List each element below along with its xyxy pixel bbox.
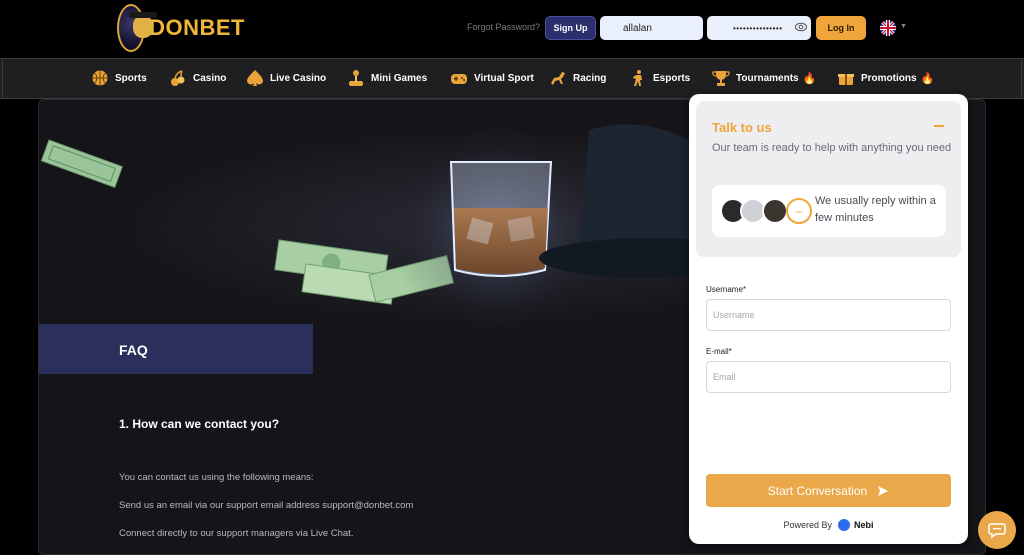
faq-header-bar bbox=[39, 324, 313, 374]
nav-item-virtual-sport[interactable]: Virtual Sport bbox=[450, 67, 534, 89]
live-chat-widget: Talk to us Our team is ready to help wit… bbox=[689, 94, 968, 544]
chat-bubble-icon bbox=[988, 523, 1006, 539]
faq-question: 1. How can we contact you? bbox=[119, 417, 280, 431]
chat-title: Talk to us bbox=[712, 120, 772, 135]
faq-answer-text: Connect directly to our support managers… bbox=[119, 528, 354, 539]
nav-item-promotions[interactable]: Promotions 🔥 bbox=[837, 67, 934, 89]
password-input[interactable]: ••••••••••••••• bbox=[707, 16, 811, 40]
uk-flag-icon[interactable] bbox=[880, 20, 896, 36]
log-in-button[interactable]: Log In bbox=[816, 16, 866, 40]
provider-name[interactable]: Nebi bbox=[854, 520, 874, 530]
chat-header: Talk to us Our team is ready to help wit… bbox=[696, 101, 961, 257]
faq-answer-text: You can contact us using the following m… bbox=[119, 472, 314, 483]
nav-label: Promotions bbox=[861, 72, 917, 84]
nav-label: Racing bbox=[573, 72, 607, 84]
gamepad-icon bbox=[451, 74, 467, 84]
email-label: E-mail* bbox=[706, 347, 732, 356]
nav-item-tournaments[interactable]: Tournaments 🔥 bbox=[712, 67, 816, 89]
agent-avatars: – bbox=[720, 198, 812, 224]
fire-icon: 🔥 bbox=[802, 72, 817, 85]
nav-label: Mini Games bbox=[371, 72, 428, 84]
powered-by: Powered By Nebi bbox=[689, 519, 968, 531]
nav-label: Casino bbox=[193, 72, 227, 84]
reply-time-text: We usually reply within a few minutes bbox=[815, 195, 936, 224]
trophy-icon bbox=[712, 71, 730, 86]
eye-icon[interactable] bbox=[795, 22, 807, 32]
top-header: DONBET Forgot Password? Sign Up allalan … bbox=[0, 0, 1024, 57]
logo-icon bbox=[117, 4, 158, 52]
more-agents-badge: – bbox=[786, 198, 812, 224]
chevron-down-icon[interactable]: ▼ bbox=[900, 23, 907, 30]
chat-subtitle: Our team is ready to help with anything … bbox=[712, 142, 952, 154]
nav-label: Virtual Sport bbox=[474, 72, 534, 84]
nav-item-live-casino[interactable]: Live Casino bbox=[246, 67, 326, 89]
fire-icon: 🔥 bbox=[920, 72, 935, 85]
avatar bbox=[762, 198, 788, 224]
basketball-icon bbox=[92, 70, 108, 86]
password-value: ••••••••••••••• bbox=[733, 23, 783, 33]
logo[interactable]: DONBET bbox=[117, 4, 245, 52]
nav-label: Esports bbox=[653, 72, 691, 84]
gift-icon bbox=[838, 74, 854, 85]
faq-answer-text: Send us an email via our support email a… bbox=[119, 500, 414, 511]
horse-icon bbox=[551, 72, 565, 85]
username-input[interactable]: allalan bbox=[600, 16, 703, 40]
reply-time-card: – We usually reply within a few minutes bbox=[712, 185, 946, 237]
joystick-icon bbox=[349, 70, 363, 86]
start-conversation-button[interactable]: Start Conversation bbox=[706, 474, 951, 507]
nav-label: Live Casino bbox=[270, 72, 327, 84]
chat-username-input[interactable]: Username bbox=[706, 299, 951, 331]
cherry-icon bbox=[171, 70, 185, 86]
username-label: Username* bbox=[706, 285, 747, 294]
forgot-password-link[interactable]: Forgot Password? bbox=[467, 22, 540, 32]
logo-text: DONBET bbox=[149, 15, 245, 40]
spade-icon bbox=[247, 70, 263, 86]
nav-item-casino[interactable]: Casino bbox=[169, 67, 226, 89]
nav-item-racing[interactable]: Racing bbox=[549, 67, 606, 89]
nebi-logo-icon bbox=[838, 519, 850, 531]
soldier-icon bbox=[633, 70, 642, 86]
powered-by-label: Powered By bbox=[783, 520, 832, 530]
nav-item-sports[interactable]: Sports bbox=[91, 67, 147, 89]
page-title: FAQ bbox=[119, 342, 148, 358]
nav-label: Sports bbox=[115, 72, 147, 84]
nav-label: Tournaments bbox=[736, 72, 799, 84]
minimize-icon[interactable] bbox=[934, 125, 944, 127]
send-icon bbox=[878, 485, 889, 496]
chat-email-input[interactable]: Email bbox=[706, 361, 951, 393]
sign-up-button[interactable]: Sign Up bbox=[545, 16, 596, 40]
chat-launcher-button[interactable] bbox=[978, 511, 1016, 549]
nav-item-mini-games[interactable]: Mini Games bbox=[347, 67, 427, 89]
nav-item-esports[interactable]: Esports bbox=[629, 67, 690, 89]
main-nav: Sports Casino Live Casino Mini Games Vir… bbox=[0, 58, 1024, 99]
start-conversation-label: Start Conversation bbox=[767, 483, 868, 498]
